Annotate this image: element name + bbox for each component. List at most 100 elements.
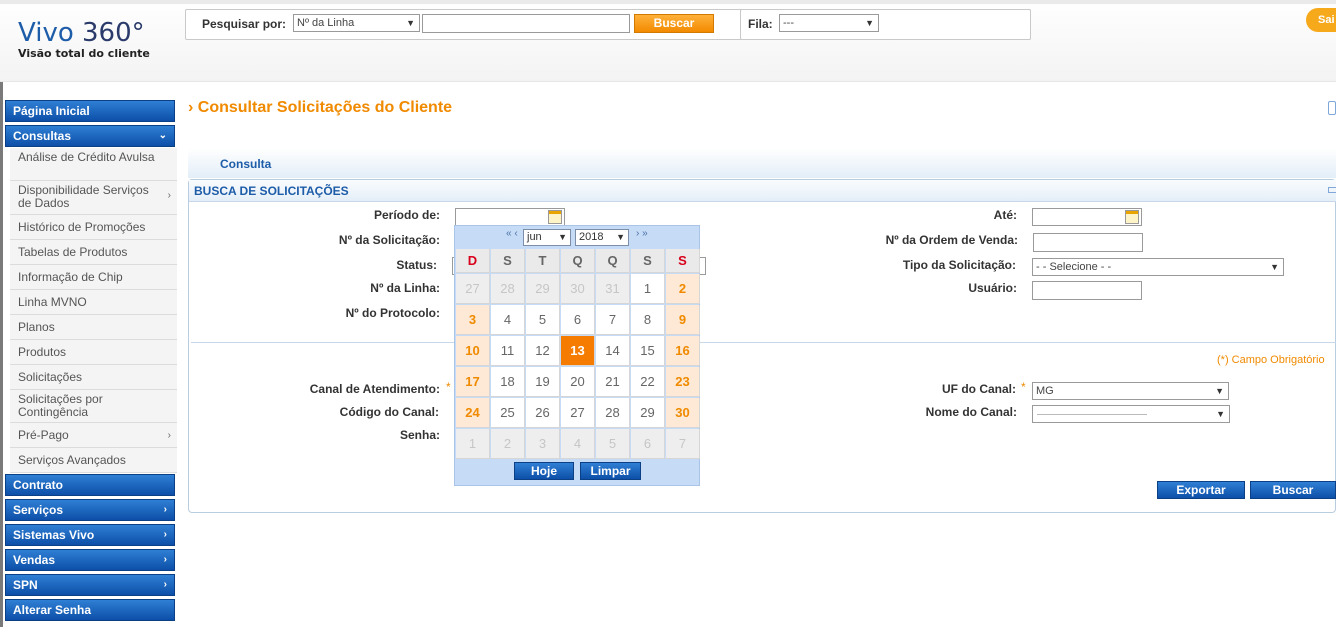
calendar-day[interactable]: 8 (631, 305, 665, 335)
calendar-day: 7 (666, 429, 700, 459)
calendar-day[interactable]: 12 (526, 336, 560, 366)
search-type-select[interactable]: Nº da Linha ▼ (293, 14, 420, 32)
nome-canal-select[interactable]: ▼ (1032, 405, 1230, 423)
calendar-day[interactable]: 2 (666, 274, 700, 304)
search-submit-button[interactable]: Buscar (1250, 481, 1336, 499)
menu-item[interactable]: Sistemas Vivo › (5, 524, 175, 546)
calendar-day[interactable]: 21 (596, 367, 630, 397)
submenu-label: Disponibilidade Serviços de Dados (18, 183, 149, 210)
menu-consultas[interactable]: Consultas ⌄ (5, 125, 175, 147)
calendar-day[interactable]: 10 (456, 336, 490, 366)
chevron-down-icon: ▼ (1216, 409, 1225, 419)
uf-canal-select[interactable]: MG ▼ (1032, 382, 1229, 400)
label-codigo-canal: Código do Canal: (339, 405, 439, 419)
menu-label: SPN (13, 578, 38, 592)
menu-item[interactable]: Serviços › (5, 499, 175, 521)
search-label: Pesquisar por: (202, 17, 287, 31)
submenu-item[interactable]: Solicitações (10, 365, 177, 390)
chevron-down-icon: ▼ (558, 232, 567, 242)
submenu-item[interactable]: Produtos (10, 340, 177, 365)
calendar-day[interactable]: 19 (526, 367, 560, 397)
weekday-header: S (631, 249, 665, 273)
calendar-day: 28 (491, 274, 525, 304)
ate-input[interactable] (1032, 208, 1142, 226)
month-select[interactable]: jun ▼ (523, 229, 571, 246)
calendar-icon-top (549, 211, 561, 214)
calendar-day[interactable]: 30 (666, 398, 700, 428)
queue-select[interactable]: --- ▼ (779, 14, 879, 32)
menu-item[interactable]: Alterar Senha (5, 599, 175, 621)
calendar-day[interactable]: 16 (666, 336, 700, 366)
menu-item[interactable]: Contrato (5, 474, 175, 496)
panel-title: BUSCA DE SOLICITAÇÕES (194, 184, 349, 198)
calendar-day[interactable]: 6 (561, 305, 595, 335)
menu-item[interactable]: Vendas › (5, 549, 175, 571)
calendar-day[interactable]: 9 (666, 305, 700, 335)
submenu-item[interactable]: Tabelas de Produtos (10, 240, 177, 265)
calendar-day[interactable]: 15 (631, 336, 665, 366)
submenu-item[interactable]: Solicitações por Contingência (10, 390, 177, 423)
submenu-item[interactable]: Linha MVNO (10, 290, 177, 315)
weekday-header: S (491, 249, 525, 273)
calendar-day[interactable]: 25 (491, 398, 525, 428)
calendar-day: 2 (491, 429, 525, 459)
submenu-item[interactable]: Informação de Chip (10, 265, 177, 290)
label-num-linha: Nº da Linha: (370, 281, 440, 295)
calendar-day[interactable]: 7 (596, 305, 630, 335)
calendar-day[interactable]: 24 (456, 398, 490, 428)
chevron-down-icon: ▼ (406, 18, 415, 28)
calendar-day[interactable]: 17 (456, 367, 490, 397)
periodo-input[interactable] (455, 208, 565, 226)
chevron-down-icon: ▼ (1215, 386, 1224, 396)
submenu-item[interactable]: Planos (10, 315, 177, 340)
search-button[interactable]: Buscar (634, 14, 714, 33)
exit-button[interactable]: Sai (1306, 8, 1336, 32)
menu-pagina-inicial[interactable]: Página Inicial (5, 100, 175, 122)
calendar-day[interactable]: 3 (456, 305, 490, 335)
next-month-button[interactable]: › » (636, 228, 648, 239)
menu-item[interactable]: SPN › (5, 574, 175, 596)
prev-month-button[interactable]: « ‹ (506, 228, 518, 239)
num-ordem-input[interactable] (1033, 233, 1143, 252)
help-icon[interactable] (1328, 101, 1336, 115)
weekday-header: Q (561, 249, 595, 273)
calendar-day[interactable]: 26 (526, 398, 560, 428)
calendar-day[interactable]: 29 (631, 398, 665, 428)
tipo-solicitacao-select[interactable]: - - Selecione - - ▼ (1032, 258, 1284, 276)
submenu-item[interactable]: Disponibilidade Serviços de Dados › (10, 181, 177, 215)
divider (191, 342, 1336, 343)
calendar-day[interactable]: 14 (596, 336, 630, 366)
page-title-text: Consultar Solicitações do Cliente (197, 99, 453, 116)
calendar-icon[interactable] (548, 210, 562, 224)
label-periodo: Período de: (373, 208, 440, 222)
usuario-input[interactable] (1032, 281, 1142, 300)
search-input[interactable] (422, 14, 630, 33)
calendar-day[interactable]: 11 (491, 336, 525, 366)
calendar-day[interactable]: 20 (561, 367, 595, 397)
collapse-icon[interactable] (1328, 187, 1336, 193)
label-uf-canal: UF do Canal: (942, 382, 1016, 396)
submenu-item[interactable]: Análise de Crédito Avulsa (10, 148, 177, 181)
calendar-day[interactable]: 23 (666, 367, 700, 397)
label-usuario: Usuário: (968, 281, 1017, 295)
calendar-day[interactable]: 22 (631, 367, 665, 397)
calendar-day[interactable]: 1 (631, 274, 665, 304)
submenu-item[interactable]: Pré-Pago › (10, 423, 177, 448)
calendar-day: 1 (456, 429, 490, 459)
label-canal-atendimento: Canal de Atendimento: (309, 382, 440, 396)
tab-consulta[interactable]: Consulta (220, 157, 271, 171)
clear-button[interactable]: Limpar (580, 462, 641, 480)
menu-label: Sistemas Vivo (13, 528, 95, 542)
calendar-day[interactable]: 27 (561, 398, 595, 428)
submenu-item[interactable]: Histórico de Promoções (10, 215, 177, 240)
calendar-day[interactable]: 18 (491, 367, 525, 397)
export-button[interactable]: Exportar (1157, 481, 1245, 499)
calendar-day[interactable]: 28 (596, 398, 630, 428)
today-button[interactable]: Hoje (514, 462, 574, 480)
calendar-day[interactable]: 5 (526, 305, 560, 335)
calendar-icon[interactable] (1125, 210, 1139, 224)
submenu-item[interactable]: Serviços Avançados (10, 448, 177, 473)
calendar-day-today[interactable]: 13 (561, 336, 595, 366)
calendar-day[interactable]: 4 (491, 305, 525, 335)
year-select[interactable]: 2018 ▼ (575, 229, 629, 246)
